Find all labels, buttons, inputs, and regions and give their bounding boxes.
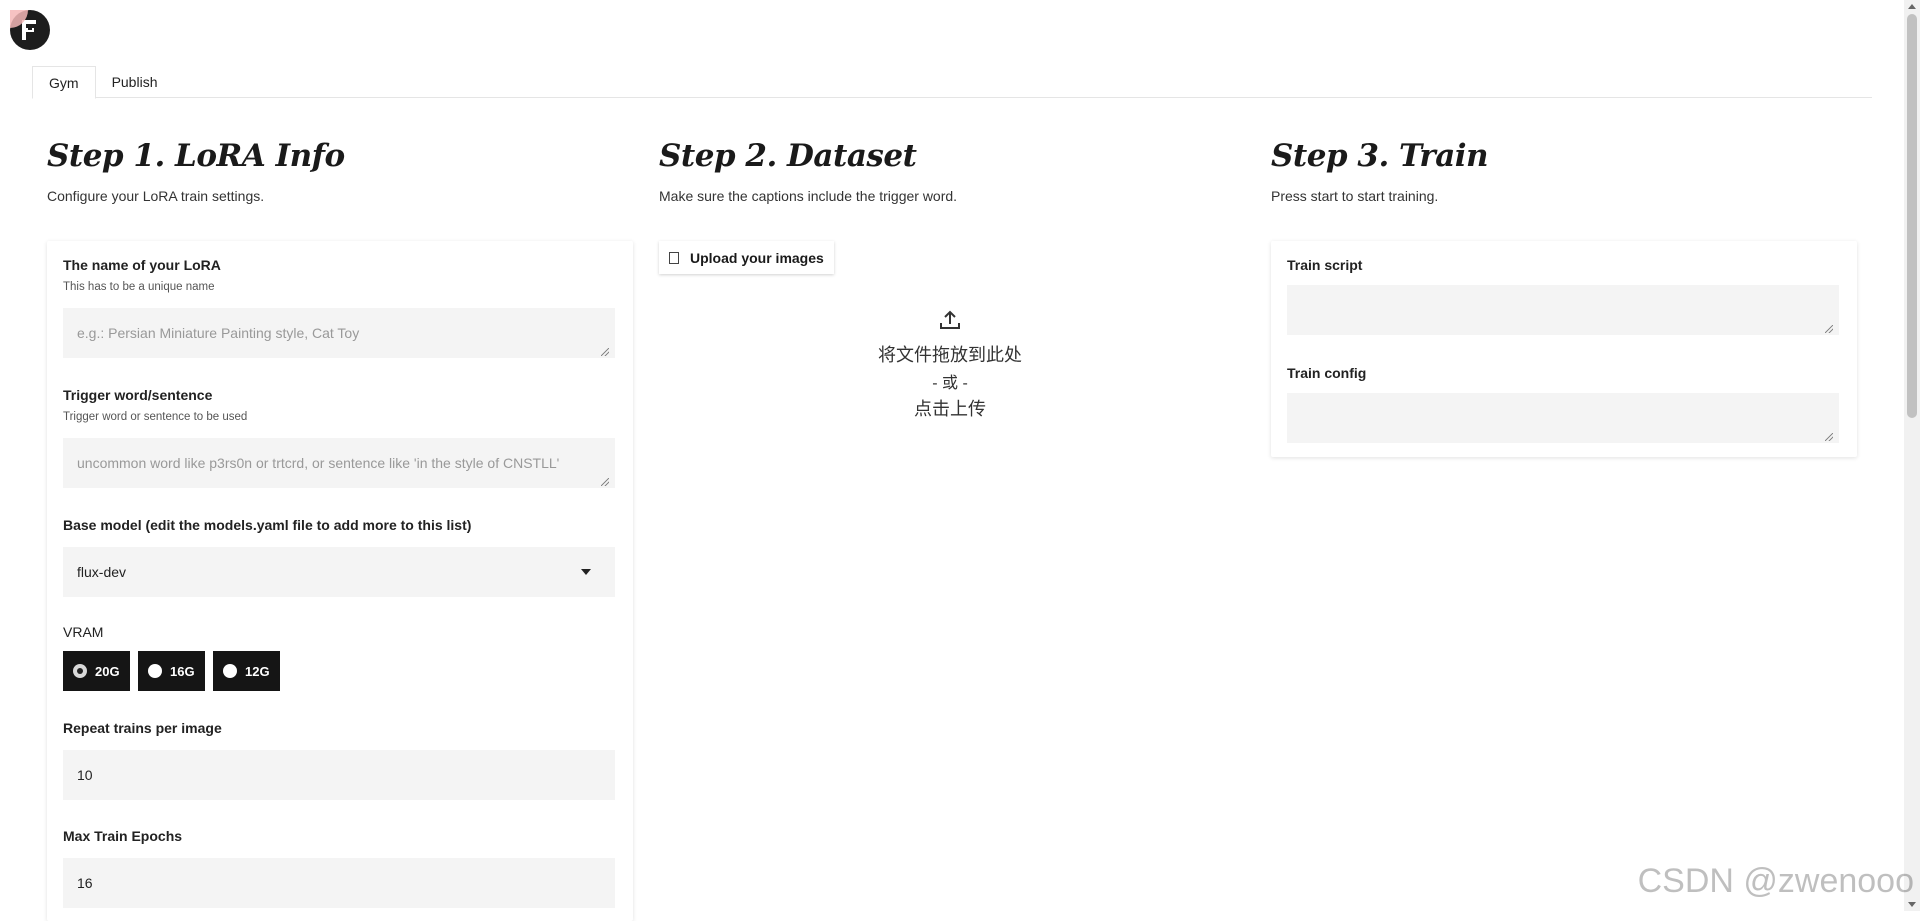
repeat-input[interactable]: 10 [63,750,615,800]
trigger-input[interactable]: uncommon word like p3rs0n or trtcrd, or … [63,438,615,488]
vram-option-12g[interactable]: 12G [213,651,280,691]
scroll-up-icon[interactable] [1908,4,1916,9]
epochs-input[interactable]: 16 [63,858,615,908]
lora-name-label: The name of your LoRA [63,257,221,273]
watermark: CSDN @zwenooo [1638,862,1914,901]
chevron-down-icon [581,569,591,575]
step2-title: Step 2. Dataset [659,138,957,174]
upload-images-button[interactable]: Upload your images [659,241,834,274]
file-drop-zone[interactable]: 将文件拖放到此处 - 或 - 点击上传 [820,308,1080,421]
scroll-down-icon[interactable] [1908,902,1916,907]
vram-label: VRAM [63,624,103,640]
radio-unchecked-icon [223,664,237,678]
repeat-label: Repeat trains per image [63,720,222,736]
vram-option-20g[interactable]: 20G [63,651,130,691]
train-config-resize-handle[interactable] [1825,433,1833,441]
step1-subtitle: Configure your LoRA train settings. [47,188,345,204]
step3-title: Step 3. Train [1271,138,1488,174]
train-script-textarea[interactable] [1287,285,1839,335]
base-model-value: flux-dev [77,564,126,580]
click-upload-text: 点击上传 [820,395,1080,421]
tab-bar: Gym Publish [32,66,1872,98]
trigger-resize-handle[interactable] [601,478,609,486]
file-icon [669,252,679,264]
tab-gym[interactable]: Gym [32,66,96,99]
upload-icon [938,308,962,332]
page-scrollbar[interactable] [1904,0,1920,911]
base-model-label: Base model (edit the models.yaml file to… [63,517,471,533]
base-model-select[interactable]: flux-dev [63,547,615,597]
train-script-label: Train script [1287,257,1362,273]
train-panel: Train script Train config [1271,241,1857,457]
vram-option-16g[interactable]: 16G [138,651,205,691]
trigger-help: Trigger word or sentence to be used [63,411,247,423]
lora-name-input[interactable]: e.g.: Persian Miniature Painting style, … [63,308,615,358]
drop-or-text: - 或 - [820,369,1080,393]
train-config-textarea[interactable] [1287,393,1839,443]
lora-name-help: This has to be a unique name [63,281,215,293]
app-logo[interactable] [10,10,50,50]
vram-option-label: 12G [245,664,270,679]
lora-name-resize-handle[interactable] [601,348,609,356]
radio-unchecked-icon [148,664,162,678]
scroll-thumb[interactable] [1907,14,1917,418]
trigger-label: Trigger word/sentence [63,387,212,403]
drop-text: 将文件拖放到此处 [820,341,1080,367]
step1-title: Step 1. LoRA Info [47,138,345,174]
tab-publish[interactable]: Publish [96,66,174,98]
step3-header: Step 3. Train Press start to start train… [1271,138,1488,204]
step2-subtitle: Make sure the captions include the trigg… [659,188,957,204]
radio-checked-icon [73,664,87,678]
step1-header: Step 1. LoRA Info Configure your LoRA tr… [47,138,345,204]
step2-header: Step 2. Dataset Make sure the captions i… [659,138,957,204]
train-script-resize-handle[interactable] [1825,325,1833,333]
step3-subtitle: Press start to start training. [1271,188,1488,204]
lora-info-panel: The name of your LoRA This has to be a u… [47,241,633,921]
vram-option-label: 16G [170,664,195,679]
vram-option-label: 20G [95,664,120,679]
train-config-label: Train config [1287,365,1366,381]
upload-images-label: Upload your images [690,250,824,266]
epochs-label: Max Train Epochs [63,828,182,844]
